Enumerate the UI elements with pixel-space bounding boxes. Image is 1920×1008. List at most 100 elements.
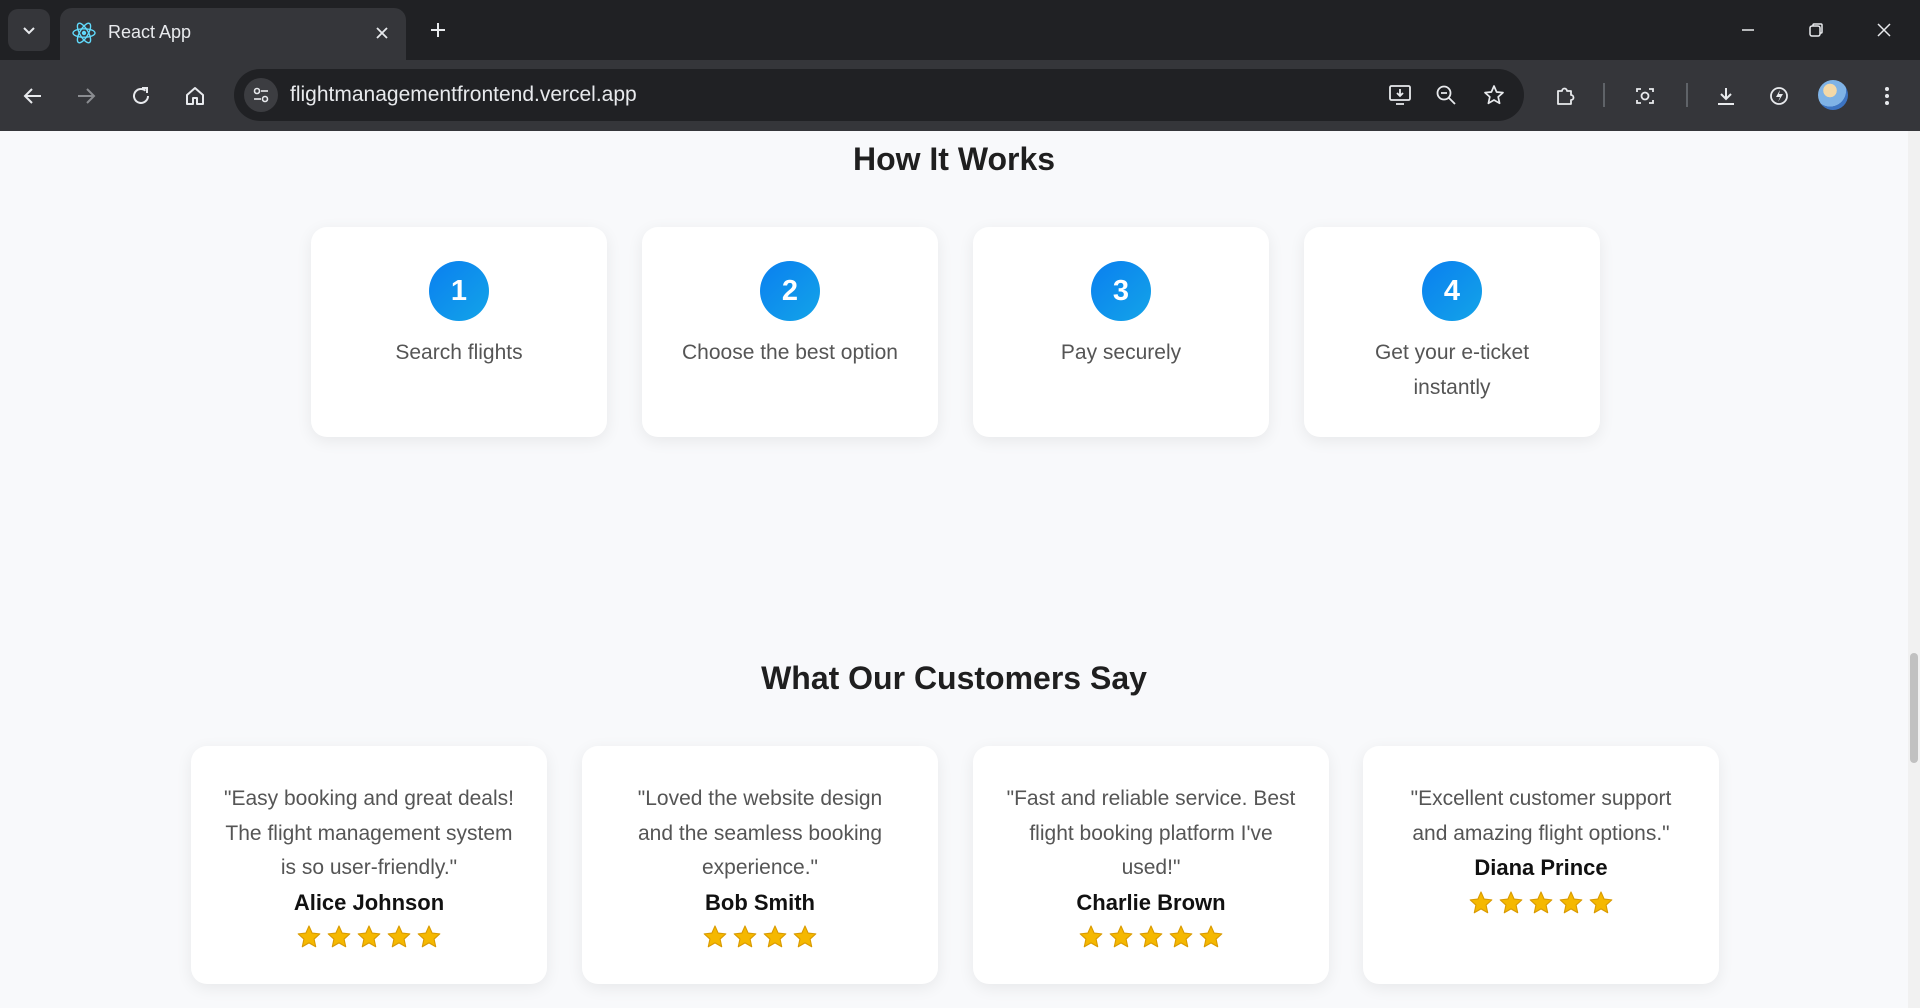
react-logo-icon [72,22,96,44]
step-number-badge: 4 [1422,261,1482,321]
close-icon [376,27,388,39]
browser-tab[interactable]: React App [60,8,406,60]
star-icon [1139,925,1163,948]
toolbar-divider [1603,83,1605,107]
install-app-button[interactable] [1382,77,1418,113]
profile-avatar[interactable] [1818,80,1848,110]
star-rating [973,924,1329,950]
new-tab-button[interactable] [422,14,454,46]
back-button[interactable] [14,77,52,115]
step-label: Pay securely [1060,341,1182,364]
star-icon [1559,890,1583,913]
review-quote: "Excellent customer support and amazing … [1410,787,1672,845]
url-text[interactable]: flightmanagementfrontend.vercel.app [290,83,637,107]
download-icon [1718,88,1734,105]
star-icon [1469,890,1493,913]
page-content: How It Works 1 Search flights 2 Choose t… [0,131,1908,1008]
arrow-right-icon [78,88,96,104]
star-icon [763,925,787,948]
reload-icon [133,87,149,104]
how-it-works-title: How It Works [852,141,1056,177]
star-icon [733,925,757,948]
star-icon [1109,925,1133,948]
star-rating [582,924,938,950]
reload-button[interactable] [122,77,160,115]
step-card: 1 Search flights [311,227,607,437]
star-outline-icon [1484,85,1504,105]
star-icon [1199,925,1223,948]
close-icon [1877,23,1891,37]
review-card: "Easy booking and great deals! The fligh… [191,746,547,984]
tab-strip: React App [0,0,1920,60]
site-info-button[interactable] [244,78,278,112]
puzzle-icon [1557,87,1575,105]
arrow-left-icon [23,88,41,104]
star-icon [327,925,351,948]
plus-icon [431,23,445,37]
home-icon [186,87,204,105]
minimize-button[interactable] [1728,10,1768,50]
reviewer-name: Diana Prince [1474,855,1608,880]
address-bar[interactable]: flightmanagementfrontend.vercel.app [234,69,1524,121]
chevron-down-icon [23,27,35,35]
step-label: Choose the best option [682,341,898,364]
review-quote: "Easy booking and great deals! The fligh… [224,787,514,879]
star-icon [1169,925,1193,948]
page-scrollbar[interactable] [1908,131,1920,1008]
step-number-badge: 3 [1091,261,1151,321]
star-icon [357,925,381,948]
star-icon [417,925,441,948]
reviewer-name: Bob Smith [705,889,815,915]
step-card: 2 Choose the best option [642,227,938,437]
review-quote: "Loved the website design and the seamle… [637,787,883,879]
restore-button[interactable] [1796,10,1836,50]
review-card: "Excellent customer support and amazing … [1363,746,1719,984]
reviewer-name: Charlie Brown [1076,889,1226,915]
restore-icon [1809,23,1823,37]
testimonials-title: What Our Customers Say [761,660,1147,696]
more-vertical-icon [1885,87,1889,105]
performance-button[interactable] [1760,77,1798,115]
home-button[interactable] [176,77,214,115]
star-icon [1079,925,1103,948]
reviewer-name: Alice Johnson [293,889,445,915]
install-icon [1389,85,1411,105]
step-card: 3 Pay securely [973,227,1269,437]
step-number-badge: 1 [429,261,489,321]
tune-icon [253,87,269,103]
speed-icon [1770,87,1788,105]
star-icon [703,925,727,948]
star-icon [1589,890,1613,913]
chrome-menu-button[interactable] [1868,77,1906,115]
step-card: 4 Get your e-ticket instantly [1304,227,1600,437]
review-card: "Loved the website design and the seamle… [582,746,938,984]
step-label: Search flights [395,341,523,364]
scrollbar-thumb[interactable] [1910,653,1918,763]
review-card: "Fast and reliable service. Best flight … [973,746,1329,984]
screenshot-icon [1636,88,1654,104]
forward-button[interactable] [67,77,105,115]
star-rating [1363,890,1719,916]
star-icon [297,925,321,948]
star-icon [387,925,411,948]
toolbar-divider [1686,83,1688,107]
google-lens-button[interactable] [1626,77,1664,115]
zoom-button[interactable] [1428,77,1464,113]
browser-toolbar: flightmanagementfrontend.vercel.app [0,60,1920,131]
star-icon [1499,890,1523,913]
minimize-icon [1742,29,1754,31]
close-tab-button[interactable] [368,19,396,47]
bookmark-button[interactable] [1476,77,1512,113]
star-icon [1529,890,1553,913]
star-rating [191,924,547,950]
star-icon [793,925,817,948]
review-quote: "Fast and reliable service. Best flight … [1006,787,1296,879]
downloads-button[interactable] [1707,77,1745,115]
close-window-button[interactable] [1864,10,1904,50]
step-label: Get your e-ticket instantly [1374,341,1530,399]
step-number-badge: 2 [760,261,820,321]
tab-search-button[interactable] [8,9,50,51]
tab-title: React App [108,22,192,42]
extensions-button[interactable] [1546,77,1584,115]
zoom-out-icon [1436,85,1456,105]
